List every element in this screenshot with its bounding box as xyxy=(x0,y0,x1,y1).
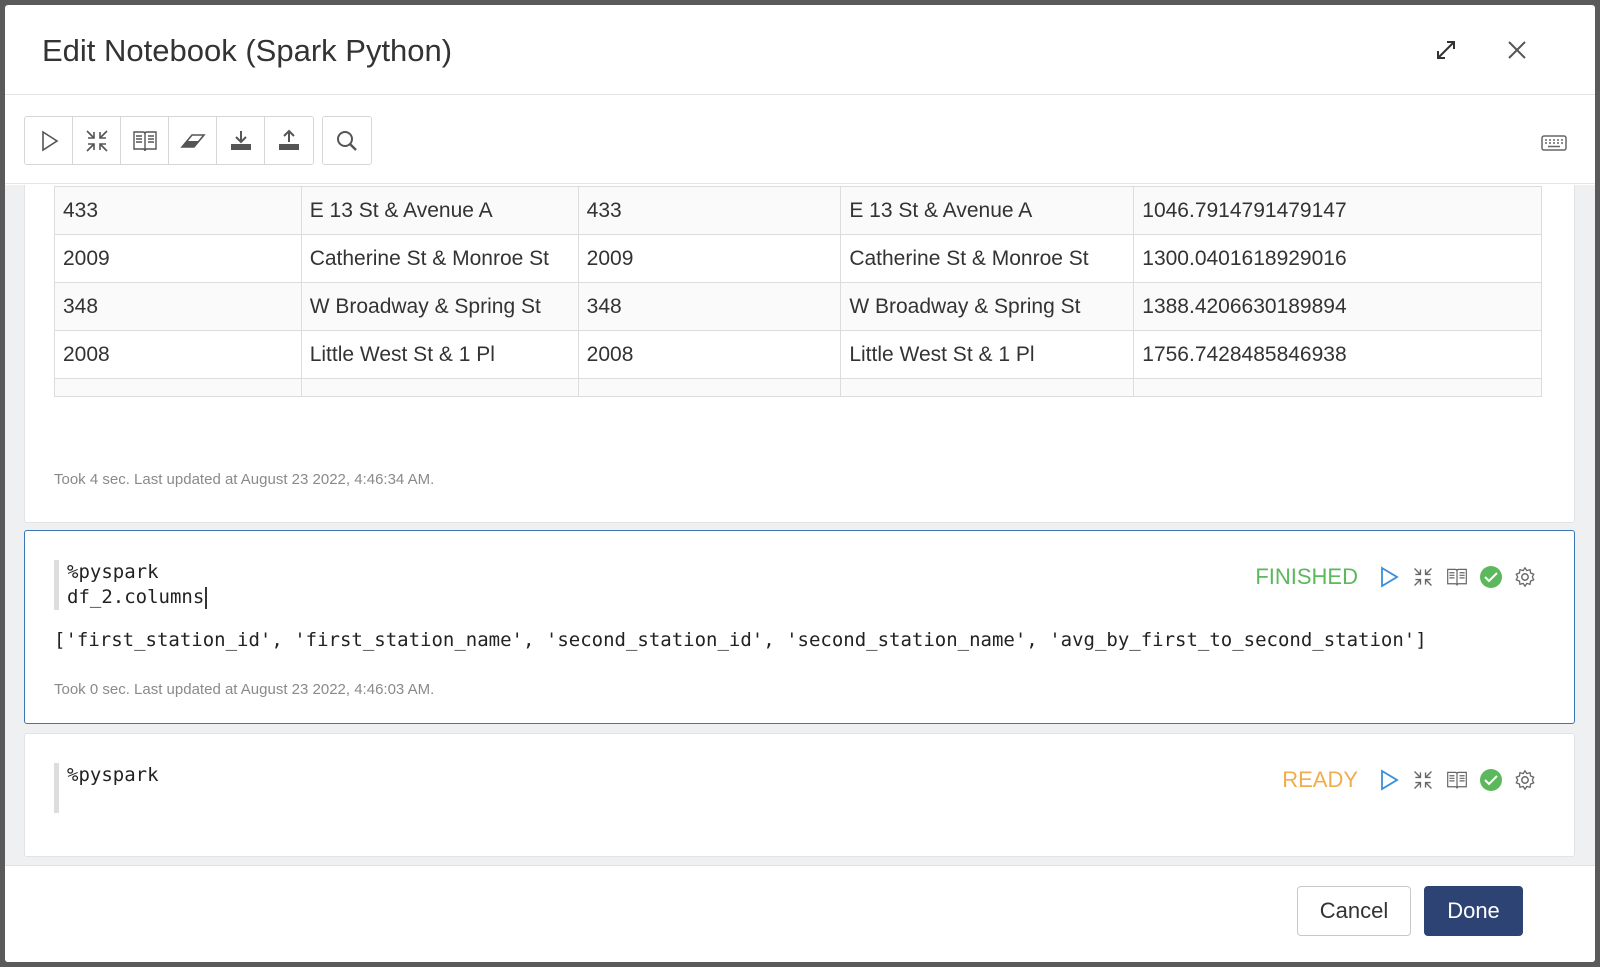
compress-icon xyxy=(85,129,108,152)
text-cursor xyxy=(205,586,208,609)
toggle-code-button[interactable] xyxy=(1440,562,1474,592)
modal-title: Edit Notebook (Spark Python) xyxy=(42,33,453,68)
play-icon xyxy=(41,130,58,151)
toggle-code-button[interactable] xyxy=(1440,765,1474,795)
table-row: 2009 Catherine St & Monroe St 2009 Catherin… xyxy=(54,234,1542,283)
paragraph-controls: FINISHED xyxy=(1255,562,1542,592)
download-icon xyxy=(230,130,251,150)
paragraph-controls: READY xyxy=(1282,765,1542,795)
code-text: df_2.columns xyxy=(67,586,205,608)
notebook-content[interactable]: 433 E 13 St & Avenue A 433 E 13 St & Avenue… xyxy=(5,185,1595,865)
run-all-button[interactable] xyxy=(25,117,73,164)
paragraph-output: ['first_station_id', 'first_station_name… xyxy=(54,629,1427,651)
table-row: 433 E 13 St & Avenue A 433 E 13 St & Avenue… xyxy=(54,186,1542,235)
toolbar-actions-group xyxy=(24,116,314,165)
code-line: %pyspark xyxy=(67,561,159,583)
table-cell: Little West St & 1 Pl xyxy=(840,330,1135,379)
paragraph-result-table: 433 E 13 St & Avenue A 433 E 13 St & Avenue… xyxy=(24,185,1575,523)
eraser-icon xyxy=(179,133,206,148)
table-cell: 2008 xyxy=(54,330,302,379)
table-cell: 1756.7428485846938 xyxy=(1133,330,1542,379)
import-button[interactable] xyxy=(265,117,313,164)
table-cell: 2009 xyxy=(54,234,302,283)
search-icon xyxy=(337,130,357,151)
result-table: 433 E 13 St & Avenue A 433 E 13 St & Avenue… xyxy=(54,186,1542,397)
gear-icon xyxy=(1515,566,1535,588)
table-cell: E 13 St & Avenue A xyxy=(300,186,579,235)
table-cell: 2008 xyxy=(577,330,842,379)
keyboard-icon xyxy=(1541,135,1567,151)
table-cell: 348 xyxy=(54,282,302,331)
close-icon[interactable] xyxy=(1502,35,1532,65)
search-button[interactable] xyxy=(323,117,371,164)
export-button[interactable] xyxy=(217,117,265,164)
compress-icon xyxy=(1414,771,1432,789)
table-row: 2008 Little West St & 1 Pl 2008 Little West… xyxy=(54,330,1542,379)
book-icon xyxy=(1447,568,1467,586)
book-icon xyxy=(132,130,157,151)
table-cell: 1046.7914791479147 xyxy=(1133,186,1542,235)
table-cell: Catherine St & Monroe St xyxy=(300,234,579,283)
table-cell: E 13 St & Avenue A xyxy=(840,186,1135,235)
clear-output-button[interactable] xyxy=(169,117,217,164)
table-cell: W Broadway & Spring St xyxy=(840,282,1135,331)
table-row-partial xyxy=(54,378,1542,397)
collapse-paragraph-button[interactable] xyxy=(1406,765,1440,795)
table-cell: 433 xyxy=(577,186,842,235)
paragraph-enabled-toggle[interactable] xyxy=(1474,765,1508,795)
code-editor[interactable]: %pyspark xyxy=(54,763,159,813)
cancel-button[interactable]: Cancel xyxy=(1297,886,1411,936)
play-icon xyxy=(1381,769,1399,791)
collapse-all-button[interactable] xyxy=(73,117,121,164)
expand-icon[interactable] xyxy=(1431,35,1461,65)
book-icon xyxy=(1447,771,1467,789)
table-cell: 1300.0401618929016 xyxy=(1133,234,1542,283)
collapse-paragraph-button[interactable] xyxy=(1406,562,1440,592)
table-cell: W Broadway & Spring St xyxy=(300,282,579,331)
table-cell: Little West St & 1 Pl xyxy=(300,330,579,379)
run-paragraph-button[interactable] xyxy=(1372,765,1406,795)
paragraph-took-text: Took 0 sec. Last updated at August 23 20… xyxy=(54,681,435,698)
table-cell: Catherine St & Monroe St xyxy=(840,234,1135,283)
modal-header: Edit Notebook (Spark Python) xyxy=(5,5,1595,95)
paragraph-settings-button[interactable] xyxy=(1508,765,1542,795)
upload-icon xyxy=(279,129,299,150)
notebook-toolbar xyxy=(5,96,1595,184)
done-button[interactable]: Done xyxy=(1424,886,1523,936)
check-circle-icon xyxy=(1480,566,1502,588)
status-label: READY xyxy=(1282,767,1358,792)
status-label: FINISHED xyxy=(1255,564,1358,589)
paragraph-empty[interactable]: %pyspark READY xyxy=(24,733,1575,857)
paragraph-columns[interactable]: %pyspark df_2.columns FINISHED ['first_s… xyxy=(24,530,1575,724)
edit-notebook-modal: Edit Notebook (Spark Python) 433 E 13 St… xyxy=(5,5,1595,962)
keyboard-shortcuts-button[interactable] xyxy=(1541,134,1567,157)
table-cell: 433 xyxy=(54,186,302,235)
modal-footer: Cancel Done xyxy=(5,865,1595,962)
check-circle-icon xyxy=(1480,769,1502,791)
code-editor[interactable]: %pyspark df_2.columns xyxy=(54,560,208,610)
compress-icon xyxy=(1414,568,1432,586)
gear-icon xyxy=(1515,769,1535,791)
paragraph-took-text: Took 4 sec. Last updated at August 23 20… xyxy=(54,471,435,488)
code-line: df_2.columns xyxy=(67,585,208,610)
table-cell: 348 xyxy=(577,282,842,331)
paragraph-settings-button[interactable] xyxy=(1508,562,1542,592)
run-paragraph-button[interactable] xyxy=(1372,562,1406,592)
table-cell: 2009 xyxy=(577,234,842,283)
table-row: 348 W Broadway & Spring St 348 W Broadway &… xyxy=(54,282,1542,331)
table-cell: 1388.4206630189894 xyxy=(1133,282,1542,331)
play-icon xyxy=(1381,566,1399,588)
show-code-button[interactable] xyxy=(121,117,169,164)
toolbar-search-group xyxy=(322,116,372,165)
paragraph-enabled-toggle[interactable] xyxy=(1474,562,1508,592)
code-line: %pyspark xyxy=(67,764,159,786)
